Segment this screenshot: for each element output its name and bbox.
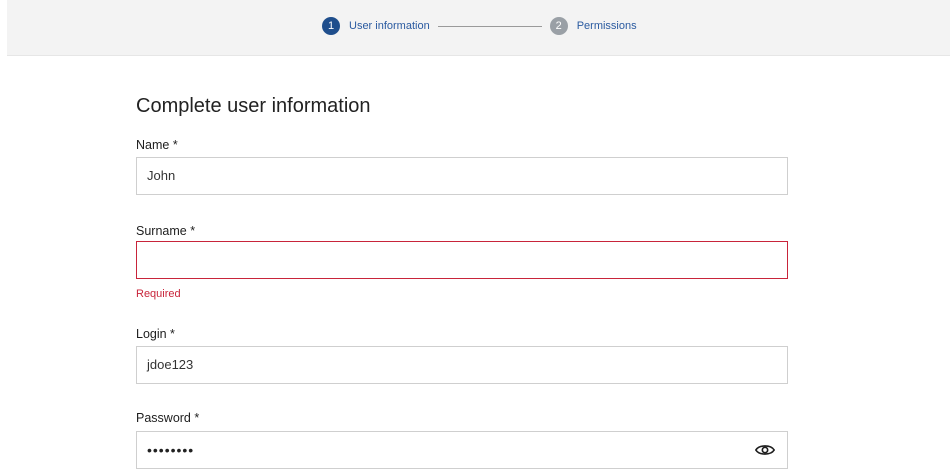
eye-icon[interactable] — [755, 442, 775, 458]
step-number-badge: 2 — [549, 17, 568, 35]
surname-input[interactable] — [136, 241, 788, 279]
surname-label: Surname * — [136, 224, 196, 238]
step-user-information[interactable]: 1 User information — [322, 17, 430, 35]
form-title: Complete user information — [136, 95, 371, 117]
step-connector — [437, 25, 542, 27]
step-label: Permissions — [576, 20, 637, 32]
stepper: 1 User information 2 Permissions — [322, 16, 637, 36]
login-input[interactable]: jdoe123 — [136, 346, 788, 384]
step-permissions[interactable]: 2 Permissions — [549, 17, 637, 35]
password-label: Password * — [136, 411, 200, 425]
login-label: Login * — [136, 327, 175, 341]
name-label: Name * — [136, 138, 178, 152]
password-value: •••••••• — [147, 442, 195, 458]
name-input[interactable]: John — [136, 157, 788, 195]
step-number-badge: 1 — [322, 17, 340, 35]
user-form: Complete user information Name * John Su… — [7, 56, 950, 476]
stepper-bar: 1 User information 2 Permissions — [7, 0, 950, 56]
step-label: User information — [349, 20, 430, 32]
password-input[interactable]: •••••••• — [136, 431, 788, 469]
surname-error-message: Required — [136, 288, 181, 300]
